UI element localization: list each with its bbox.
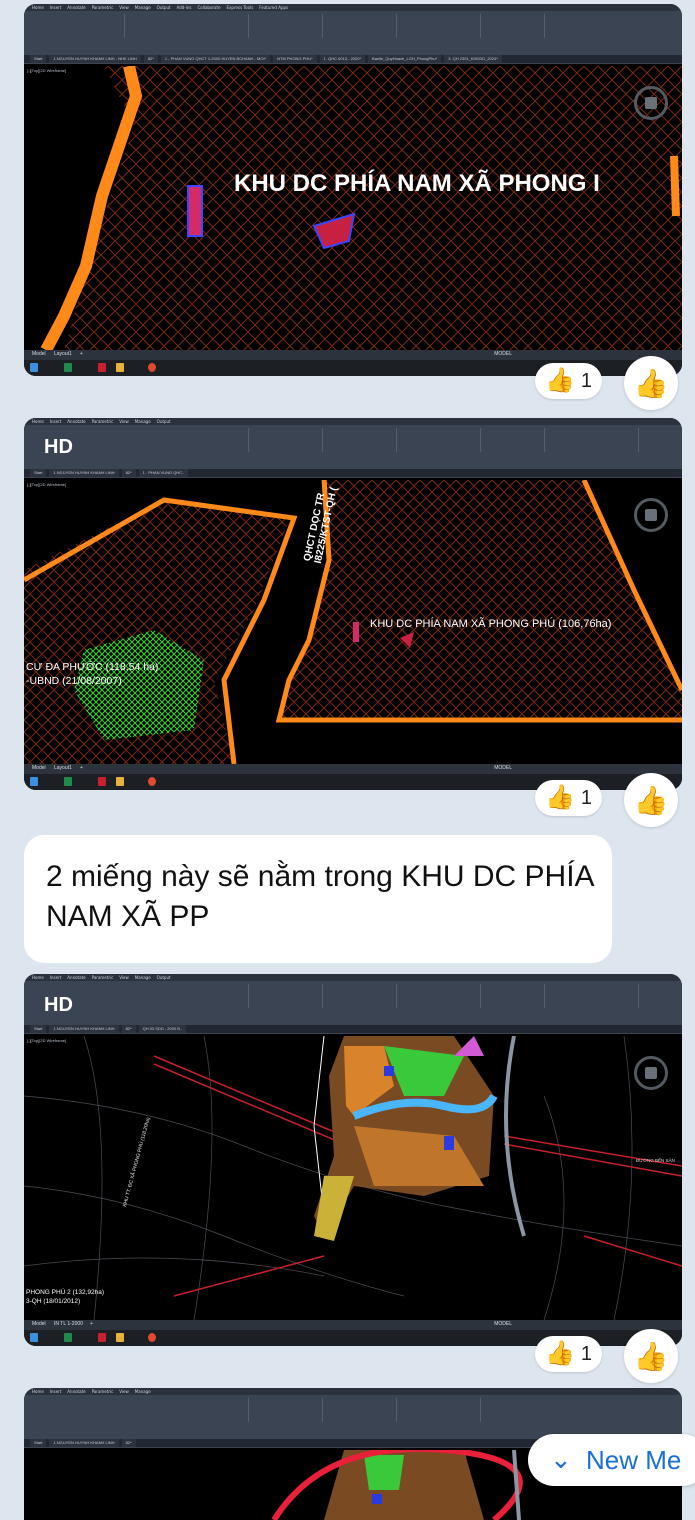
files-icon[interactable] bbox=[116, 777, 124, 786]
reaction-count: 1 bbox=[580, 786, 593, 809]
doc-tab[interactable]: NTM PHONG PHU* bbox=[273, 55, 317, 63]
drawing-canvas[interactable]: [-][Top][2D Wireframe] KHU DC PHÍA NAM X… bbox=[24, 64, 682, 353]
react-button[interactable]: 👍 bbox=[624, 773, 678, 827]
viewcube-compass[interactable] bbox=[634, 1056, 668, 1090]
windows-start-icon[interactable] bbox=[30, 777, 38, 786]
viewcube-compass[interactable] bbox=[634, 86, 668, 120]
doc-tab[interactable]: 82* bbox=[143, 55, 158, 63]
viewcube-compass[interactable] bbox=[634, 498, 668, 532]
cad-status-bar: Model Layout1 + MODEL bbox=[24, 350, 682, 360]
chrome-icon[interactable] bbox=[148, 777, 156, 786]
chrome-icon[interactable] bbox=[148, 1333, 156, 1342]
map-drawing bbox=[40, 64, 682, 353]
reaction-count: 1 bbox=[580, 1342, 593, 1365]
new-messages-label: New Me bbox=[586, 1445, 682, 1475]
excel-icon[interactable] bbox=[64, 363, 72, 372]
ribbon-tabs: Home Insert Annotate Parametric View Manage Ou… bbox=[24, 4, 682, 11]
tab-layout[interactable]: IN TL 1-2000 bbox=[54, 1321, 83, 1327]
react-button[interactable]: 👍 bbox=[624, 356, 678, 410]
windows-start-icon[interactable] bbox=[30, 363, 38, 372]
reaction-pill[interactable]: 👍 1 bbox=[535, 780, 603, 816]
viewport-label[interactable]: [-][Top][2D Wireframe] bbox=[27, 482, 66, 487]
cad-screenshot-2[interactable]: Home Insert Annotate Parametric View Manage Ou… bbox=[24, 418, 682, 790]
cad-screenshot-3[interactable]: Home Insert Annotate Parametric View Manage Ou… bbox=[24, 974, 682, 1346]
document-tabs[interactable]: Start 1.NGUYEN HUYNH KHANH LINH - NHK LI… bbox=[24, 55, 682, 63]
autocad-icon[interactable] bbox=[98, 1333, 106, 1342]
cad-screenshot-1[interactable]: Home Insert Annotate Parametric View Manage Ou… bbox=[24, 4, 682, 376]
doc-tab[interactable]: Banile_QuyHoach_LGH_PhongPhu* bbox=[368, 55, 442, 63]
doc-tab[interactable]: 1.NGUYEN HUYNH KHANH LINH - NHK LINH bbox=[49, 55, 141, 63]
tab-model[interactable]: Model bbox=[32, 351, 46, 357]
ribbon-panels bbox=[24, 11, 682, 55]
bottom-zone-label: PHONG PHÚ 2 (132,92ha) 3-QH (18/01/2012) bbox=[26, 1289, 105, 1305]
chevron-down-icon: ⌄ bbox=[550, 1444, 572, 1474]
tab-add[interactable]: + bbox=[90, 1321, 93, 1327]
tab-layout1[interactable]: Layout1 bbox=[54, 351, 72, 357]
thumbs-up-icon: 👍 bbox=[545, 367, 575, 394]
files-icon[interactable] bbox=[116, 363, 124, 372]
autocad-icon[interactable] bbox=[98, 363, 106, 372]
excel-icon[interactable] bbox=[64, 1333, 72, 1342]
hd-badge: HD bbox=[44, 994, 73, 1016]
doc-tab[interactable]: 1 - PHAN VUNG QHCT 1-2000 HUYEN BCHANH -… bbox=[160, 55, 271, 63]
status-model[interactable]: MODEL bbox=[494, 765, 512, 771]
drawing-canvas[interactable]: [-][Top][2D Wireframe] QHCT DỌC TR I8225… bbox=[24, 477, 682, 765]
drawing-canvas[interactable]: [-][Top][2D Wireframe] KHU TT. ĐC XÃ PHO… bbox=[24, 1035, 682, 1321]
autocad-icon[interactable] bbox=[98, 777, 106, 786]
tab-add[interactable]: + bbox=[80, 765, 83, 771]
react-button[interactable]: 👍 bbox=[624, 1329, 678, 1383]
viewport-label[interactable]: [-][Top][2D Wireframe] bbox=[27, 68, 66, 73]
cad-status-bar: Model Layout1 + MODEL bbox=[24, 764, 682, 774]
map-drawing bbox=[24, 1035, 682, 1321]
map-zone-label: KHU DC PHÍA NAM XÃ PHONG PHÚ (106,76ha) bbox=[370, 618, 612, 630]
reaction-pill[interactable]: 👍 1 bbox=[535, 363, 603, 399]
thumbs-up-icon: 👍 bbox=[545, 784, 575, 811]
doc-tab[interactable]: Start bbox=[30, 55, 47, 63]
map-zone-label: KHU DC PHÍA NAM XÃ PHONG I bbox=[234, 170, 600, 197]
files-icon[interactable] bbox=[116, 1333, 124, 1342]
message-text: 2 miếng này sẽ nằm trong KHU DC PHÍA NAM… bbox=[46, 860, 593, 933]
cad-ribbon: Home Insert Annotate Parametric View Manage Ou… bbox=[24, 974, 682, 1034]
tab-layout1[interactable]: Layout1 bbox=[54, 765, 72, 771]
doc-tab[interactable]: 3. QH 2301_KHDDD_2024* bbox=[444, 55, 502, 63]
right-road-label: ĐƯỜNG BẾN SÂN bbox=[636, 1158, 675, 1163]
tab-model[interactable]: Model bbox=[32, 1321, 46, 1327]
windows-start-icon[interactable] bbox=[30, 1333, 38, 1342]
cad-status-bar: Model IN TL 1-2000 + MODEL bbox=[24, 1320, 682, 1330]
hd-badge: HD bbox=[44, 436, 73, 458]
cad-ribbon: Home Insert Annotate Parametric View Manage Ou… bbox=[24, 4, 682, 64]
status-model[interactable]: MODEL bbox=[494, 1321, 512, 1327]
status-model[interactable]: MODEL bbox=[494, 351, 512, 357]
viewport-label[interactable]: [-][Top][2D Wireframe] bbox=[27, 1038, 66, 1043]
excel-icon[interactable] bbox=[64, 777, 72, 786]
cad-ribbon: Home Insert Annotate Parametric View Manage Ou… bbox=[24, 418, 682, 478]
tab-model[interactable]: Model bbox=[32, 765, 46, 771]
message-bubble[interactable]: 2 miếng này sẽ nằm trong KHU DC PHÍA NAM… bbox=[24, 835, 612, 963]
new-messages-button[interactable]: ⌄ New Me bbox=[528, 1434, 695, 1486]
doc-tab[interactable]: 1. QHC 6013 - 2020* bbox=[319, 55, 366, 63]
reaction-pill[interactable]: 👍 1 bbox=[535, 1336, 603, 1372]
left-zone-label: CƯ ĐA PHƯỚC (118,54 ha) -UBND (21/08/200… bbox=[26, 661, 159, 687]
thumbs-up-icon: 👍 bbox=[545, 1340, 575, 1367]
tab-add[interactable]: + bbox=[80, 351, 83, 357]
chrome-icon[interactable] bbox=[148, 363, 156, 372]
reaction-count: 1 bbox=[580, 369, 593, 392]
